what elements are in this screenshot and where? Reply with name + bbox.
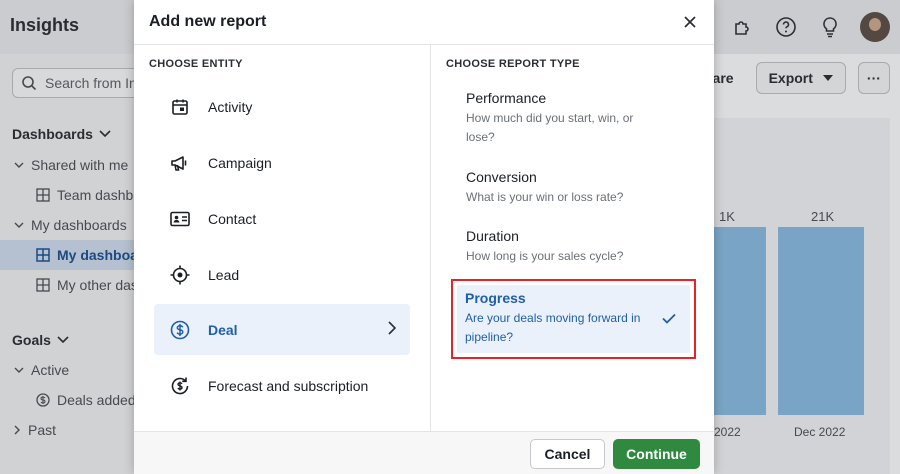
chevron-right-icon: [388, 321, 396, 335]
cancel-button[interactable]: Cancel: [530, 439, 605, 469]
calendar-icon: [169, 96, 191, 118]
modal-title: Add new report: [149, 13, 267, 30]
report-type-title: Performance: [466, 90, 547, 106]
dollar-circle-icon: [169, 319, 191, 341]
entity-label: Forecast and subscription: [208, 377, 369, 394]
modal-footer: Cancel Continue: [134, 431, 714, 474]
forecast-icon: [169, 375, 191, 397]
entity-label: Campaign: [208, 154, 272, 171]
entity-lead[interactable]: Lead: [154, 249, 410, 300]
entity-activity[interactable]: Activity: [154, 81, 410, 132]
close-button[interactable]: [680, 12, 700, 32]
entity-forecast[interactable]: Forecast and subscription: [154, 360, 410, 411]
report-type-duration[interactable]: Duration How long is your sales cycle?: [451, 227, 696, 266]
report-type-title: Duration: [466, 228, 519, 244]
megaphone-icon: [169, 152, 191, 174]
report-type-description: What is your win or loss rate?: [466, 190, 624, 204]
report-type-conversion[interactable]: Conversion What is your win or loss rate…: [451, 168, 696, 207]
entity-column: CHOOSE ENTITY Activity Campaign Contact …: [134, 45, 431, 431]
report-type-heading: CHOOSE REPORT TYPE: [446, 58, 580, 70]
report-type-title: Progress: [465, 290, 526, 306]
report-type-description: How long is your sales cycle?: [466, 249, 624, 263]
entity-deal[interactable]: Deal: [154, 304, 410, 355]
entity-label: Lead: [208, 266, 240, 283]
report-type-progress-inner: Progress Are your deals moving forward i…: [457, 285, 690, 353]
close-icon: [684, 16, 696, 28]
checkmark-icon: [662, 313, 676, 324]
report-type-column: CHOOSE REPORT TYPE Performance How much …: [431, 45, 714, 431]
report-type-description: Are your deals moving forward in pipelin…: [465, 311, 641, 344]
report-type-title: Conversion: [466, 169, 537, 185]
report-type-performance[interactable]: Performance How much did you start, win,…: [451, 89, 696, 147]
entity-label: Activity: [208, 98, 253, 115]
modal-header: Add new report: [134, 0, 714, 45]
continue-button[interactable]: Continue: [613, 439, 700, 469]
entity-contact[interactable]: Contact: [154, 193, 410, 244]
entity-campaign[interactable]: Campaign: [154, 137, 410, 188]
entity-heading: CHOOSE ENTITY: [149, 58, 243, 70]
report-type-progress[interactable]: Progress Are your deals moving forward i…: [451, 279, 696, 359]
add-report-modal: Add new report CHOOSE ENTITY Activity Ca…: [134, 0, 714, 474]
report-type-description: How much did you start, win, or lose?: [466, 111, 634, 144]
contact-card-icon: [169, 208, 191, 230]
entity-label: Contact: [208, 210, 257, 227]
target-icon: [169, 264, 191, 286]
entity-label: Deal: [208, 321, 238, 338]
